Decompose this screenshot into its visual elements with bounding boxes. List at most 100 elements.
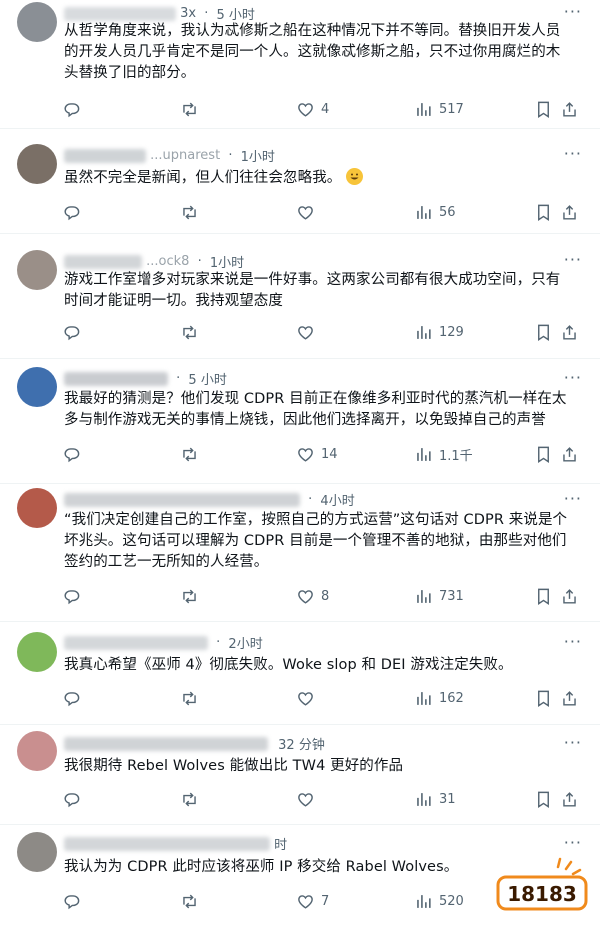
avatar[interactable] <box>17 632 57 672</box>
repost-button[interactable] <box>180 585 199 607</box>
views-count: 31 <box>439 791 456 807</box>
like-button[interactable] <box>296 321 321 343</box>
bookmark-icon <box>538 446 549 463</box>
views-button[interactable]: 31 <box>414 788 456 810</box>
views-button[interactable]: 520 <box>414 890 464 912</box>
share-button[interactable] <box>560 788 579 810</box>
views-button[interactable]: 1.1千 <box>414 443 473 465</box>
reply-icon <box>64 325 80 340</box>
bookmark-icon <box>538 588 549 605</box>
action-bar: 8 731 <box>58 585 576 607</box>
avatar[interactable] <box>17 731 57 771</box>
repost-button[interactable] <box>180 98 199 120</box>
views-button[interactable]: 162 <box>414 687 464 709</box>
like-button[interactable] <box>296 201 321 223</box>
repost-button[interactable] <box>180 201 199 223</box>
post-text: 虽然不完全是新闻，但人们往往会忽略我。 <box>64 168 584 189</box>
like-icon <box>298 589 313 604</box>
reply-icon <box>64 894 80 909</box>
post-text: 我真心希望《巫师 4》彻底失败。Woke slop 和 DEI 游戏注定失败。 <box>64 657 513 673</box>
post-text: 游戏工作室增多对玩家来说是一件好事。这两家公司都有很大成功空间，只有 时间才能证… <box>64 272 561 309</box>
more-icon[interactable]: ··· <box>564 489 582 508</box>
avatar[interactable] <box>17 832 57 872</box>
share-button[interactable] <box>560 687 579 709</box>
reply-button[interactable] <box>62 98 81 120</box>
reply-button[interactable] <box>62 687 81 709</box>
share-button[interactable] <box>560 201 579 223</box>
bookmark-button[interactable] <box>534 321 553 343</box>
reply-post[interactable]: ...upnarest · 1小时 ··· 虽然不完全是新闻，但人们往往会忽略我… <box>0 128 600 234</box>
avatar[interactable] <box>17 2 57 42</box>
reply-button[interactable] <box>62 788 81 810</box>
like-button[interactable]: 4 <box>296 98 329 120</box>
like-button[interactable] <box>296 788 321 810</box>
bookmark-button[interactable] <box>534 788 553 810</box>
reply-post[interactable]: 32 分钟 ··· 我很期待 Rebel Wolves 能做出比 TW4 更好的… <box>0 724 600 825</box>
avatar[interactable] <box>17 367 57 407</box>
more-icon[interactable]: ··· <box>564 2 582 21</box>
reply-button[interactable] <box>62 321 81 343</box>
reply-post[interactable]: ...ock8 · 1小时 ··· 游戏工作室增多对玩家来说是一件好事。这两家公… <box>0 233 600 359</box>
post-time[interactable]: 时 <box>274 838 287 853</box>
more-icon[interactable]: ··· <box>564 733 582 752</box>
views-button[interactable]: 129 <box>414 321 464 343</box>
like-count: 8 <box>321 588 330 604</box>
reply-button[interactable] <box>62 201 81 223</box>
reply-post[interactable]: · 4小时 ··· “我们决定创建自己的工作室，按照自己的方式运营”这句话对 C… <box>0 483 600 622</box>
bookmark-button[interactable] <box>534 585 553 607</box>
post-time[interactable]: 1小时 <box>241 150 275 165</box>
bookmark-button[interactable] <box>534 98 553 120</box>
reply-post[interactable]: 3x · 5 小时 ··· 从哲学角度来说，我认为忒修斯之船在这种情况下并不等同… <box>0 0 600 129</box>
more-icon[interactable]: ··· <box>564 833 582 852</box>
more-icon[interactable]: ··· <box>564 632 582 651</box>
post-time[interactable]: 2小时 <box>228 637 262 652</box>
repost-button[interactable] <box>180 687 199 709</box>
post-time[interactable]: 32 分钟 <box>278 738 325 753</box>
avatar[interactable] <box>17 250 57 290</box>
reply-button[interactable] <box>62 443 81 465</box>
views-count: 129 <box>439 324 464 340</box>
reply-post[interactable]: · 2小时 ··· 我真心希望《巫师 4》彻底失败。Woke slop 和 DE… <box>0 621 600 725</box>
avatar[interactable] <box>17 488 57 528</box>
repost-button[interactable] <box>180 443 199 465</box>
views-button[interactable]: 731 <box>414 585 464 607</box>
repost-button[interactable] <box>180 321 199 343</box>
bookmark-button[interactable] <box>534 687 553 709</box>
reply-post[interactable]: · 5 小时 ··· 我最好的猜测是？他们发现 CDPR 目前正在像维多利亚时代… <box>0 358 600 484</box>
like-count: 14 <box>321 446 338 462</box>
views-button[interactable]: 517 <box>414 98 464 120</box>
post-time[interactable]: 4小时 <box>320 494 354 509</box>
more-icon[interactable]: ··· <box>564 144 582 163</box>
bookmark-button[interactable] <box>534 443 553 465</box>
more-icon[interactable]: ··· <box>564 368 582 387</box>
like-icon <box>298 894 313 909</box>
share-button[interactable] <box>560 321 579 343</box>
repost-icon <box>183 894 196 908</box>
reply-icon <box>64 102 80 117</box>
reply-button[interactable] <box>62 890 81 912</box>
avatar[interactable] <box>17 144 57 184</box>
share-button[interactable] <box>560 443 579 465</box>
post-time[interactable]: 5 小时 <box>188 373 226 388</box>
post-text: 从哲学角度来说，我认为忒修斯之船在这种情况下并不等同。替换旧开发人员 的开发人员… <box>64 23 561 81</box>
like-count: 4 <box>321 101 330 117</box>
post-time[interactable]: 1小时 <box>210 256 244 271</box>
like-button[interactable]: 8 <box>296 585 329 607</box>
like-button[interactable]: 14 <box>296 443 338 465</box>
like-button[interactable] <box>296 687 321 709</box>
reply-button[interactable] <box>62 585 81 607</box>
repost-button[interactable] <box>180 890 199 912</box>
bookmark-button[interactable] <box>534 201 553 223</box>
share-button[interactable] <box>560 585 579 607</box>
repost-icon <box>183 205 196 219</box>
share-icon <box>563 324 576 340</box>
like-button[interactable]: 7 <box>296 890 329 912</box>
share-button[interactable] <box>560 98 579 120</box>
repost-button[interactable] <box>180 788 199 810</box>
bookmark-icon <box>538 324 549 341</box>
views-count: 517 <box>439 101 464 117</box>
views-count: 731 <box>439 588 464 604</box>
views-button[interactable]: 56 <box>414 201 456 223</box>
post-header: 时 <box>64 834 287 856</box>
more-icon[interactable]: ··· <box>564 250 582 269</box>
